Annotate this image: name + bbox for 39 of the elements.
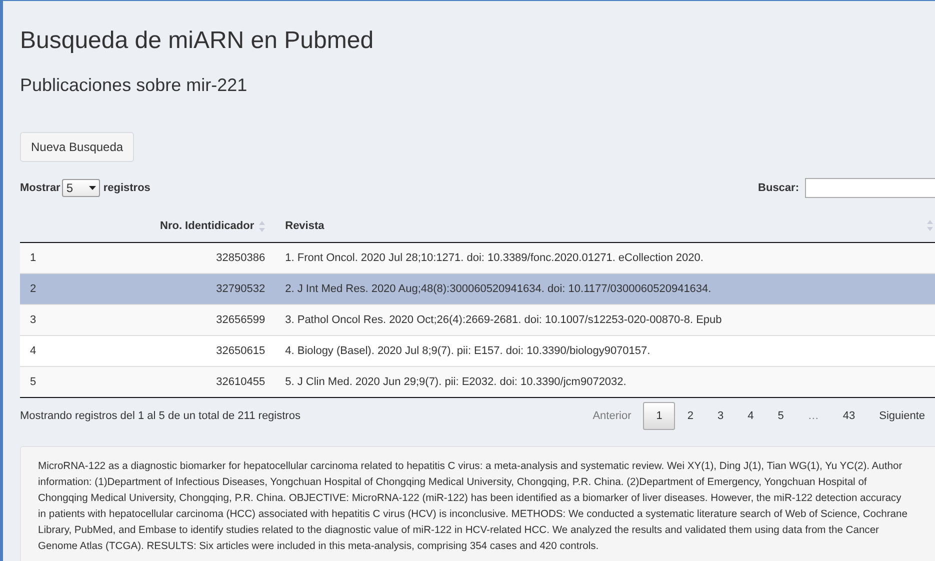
page-link[interactable]: 4 <box>736 402 766 430</box>
table-cell: 32790532 <box>216 283 266 295</box>
table-cell: 4 <box>30 345 36 357</box>
table-cell: 3 <box>30 314 36 326</box>
page-link[interactable]: 3 <box>706 402 736 430</box>
abstract-text: MicroRNA-122 as a diagnostic biomarker for hepatocellular carcinoma related to hepatitis C virus: a meta-analysis and systematic review. Wei XY(1), Ding J(1), Tian WG(1), Yu YC(2). Author information: (1)Department of Infectious Diseases, Yongchuan Hospital of Chongqing Medical University, Chongqing, P.R. China. (2)Department of Emergency, Yongchuan Hospital of Chongqing Medical University, Chongqing, P.R. China. OBJECTIVE: MicroRNA-122 (miR-122) has been identified as a biomarker of liver diseases. However, the miR-122 detection accuracy in patients with hepatocellular carcinoma (HCC) associated with hepatitis C virus (HCV) is inconclusive. METHODS: We conducted a systematic literature search of Web of Science, Cochrane Library, PubMed, and Embase to identify studies related to the diagnostic value of miR-122 in HCV-related HCC. We analyzed the results and validated them using data from the Cancer Genome Atlas (TCGA). RESULTS: Six articles were included in this meta-analysis, comprising 354 cases and 420 controls. <box>38 460 908 554</box>
table-cell: 32650615 <box>216 345 266 357</box>
page-size-select[interactable]: 5 <box>62 179 100 197</box>
table-info: Mostrando registros del 1 al 5 de un total de 211 registros <box>20 410 300 422</box>
table-cell: 5. J Clin Med. 2020 Jun 29;9(7). pii: E2032. doi: 10.3390/jcm9072032. <box>285 376 626 388</box>
table-cell: 32656599 <box>216 314 266 326</box>
table-cell: 1 <box>30 252 36 264</box>
previous-link[interactable]: Anterior <box>580 402 644 430</box>
table-cell: 4. Biology (Basel). 2020 Jul 8;9(7). pii: E157. doi: 10.3390/biology9070157. <box>285 345 650 357</box>
sort-icon <box>927 220 933 231</box>
table-cell: 2. J Int Med Res. 2020 Aug;48(8):300060520941634. doi: 10.1177/0300060520941634. <box>285 283 712 295</box>
page-link[interactable]: 5 <box>766 402 796 430</box>
next-link[interactable]: Siguiente <box>867 402 935 430</box>
search-field[interactable] <box>805 178 935 198</box>
caret-icon <box>89 186 96 190</box>
records-label: registros <box>103 182 150 194</box>
table-cell: 3. Pathol Oncol Res. 2020 Oct;26(4):2669-2681. doi: 10.1007/s12253-020-00870-8. Epub <box>285 314 722 326</box>
page-link[interactable]: 2 <box>675 402 706 430</box>
table-cell: 5 <box>30 376 36 388</box>
column-header[interactable]: Revista <box>285 220 324 232</box>
table-cell: 1. Front Oncol. 2020 Jul 28;10:1271. doi: 10.3389/fonc.2020.01271. eCollection 2020. <box>285 252 704 264</box>
column-header[interactable]: Nro. Identidicador <box>160 220 254 232</box>
page-ellipsis: … <box>806 409 820 424</box>
page-link[interactable]: 43 <box>830 402 868 430</box>
table-cell: 2 <box>30 283 36 295</box>
show-label: Mostrar <box>20 182 60 194</box>
page-link[interactable]: 1 <box>643 402 676 430</box>
sort-icon <box>259 220 266 232</box>
search-label: Buscar: <box>758 182 799 194</box>
page-title: Busqueda de miARN en Pubmed <box>20 27 374 55</box>
page-subtitle: Publicaciones sobre mir-221 <box>20 75 248 96</box>
table-cell: 32610455 <box>216 376 266 388</box>
new-search-button[interactable]: Nueva Busqueda <box>20 132 134 162</box>
table-cell: 32850386 <box>216 252 266 264</box>
